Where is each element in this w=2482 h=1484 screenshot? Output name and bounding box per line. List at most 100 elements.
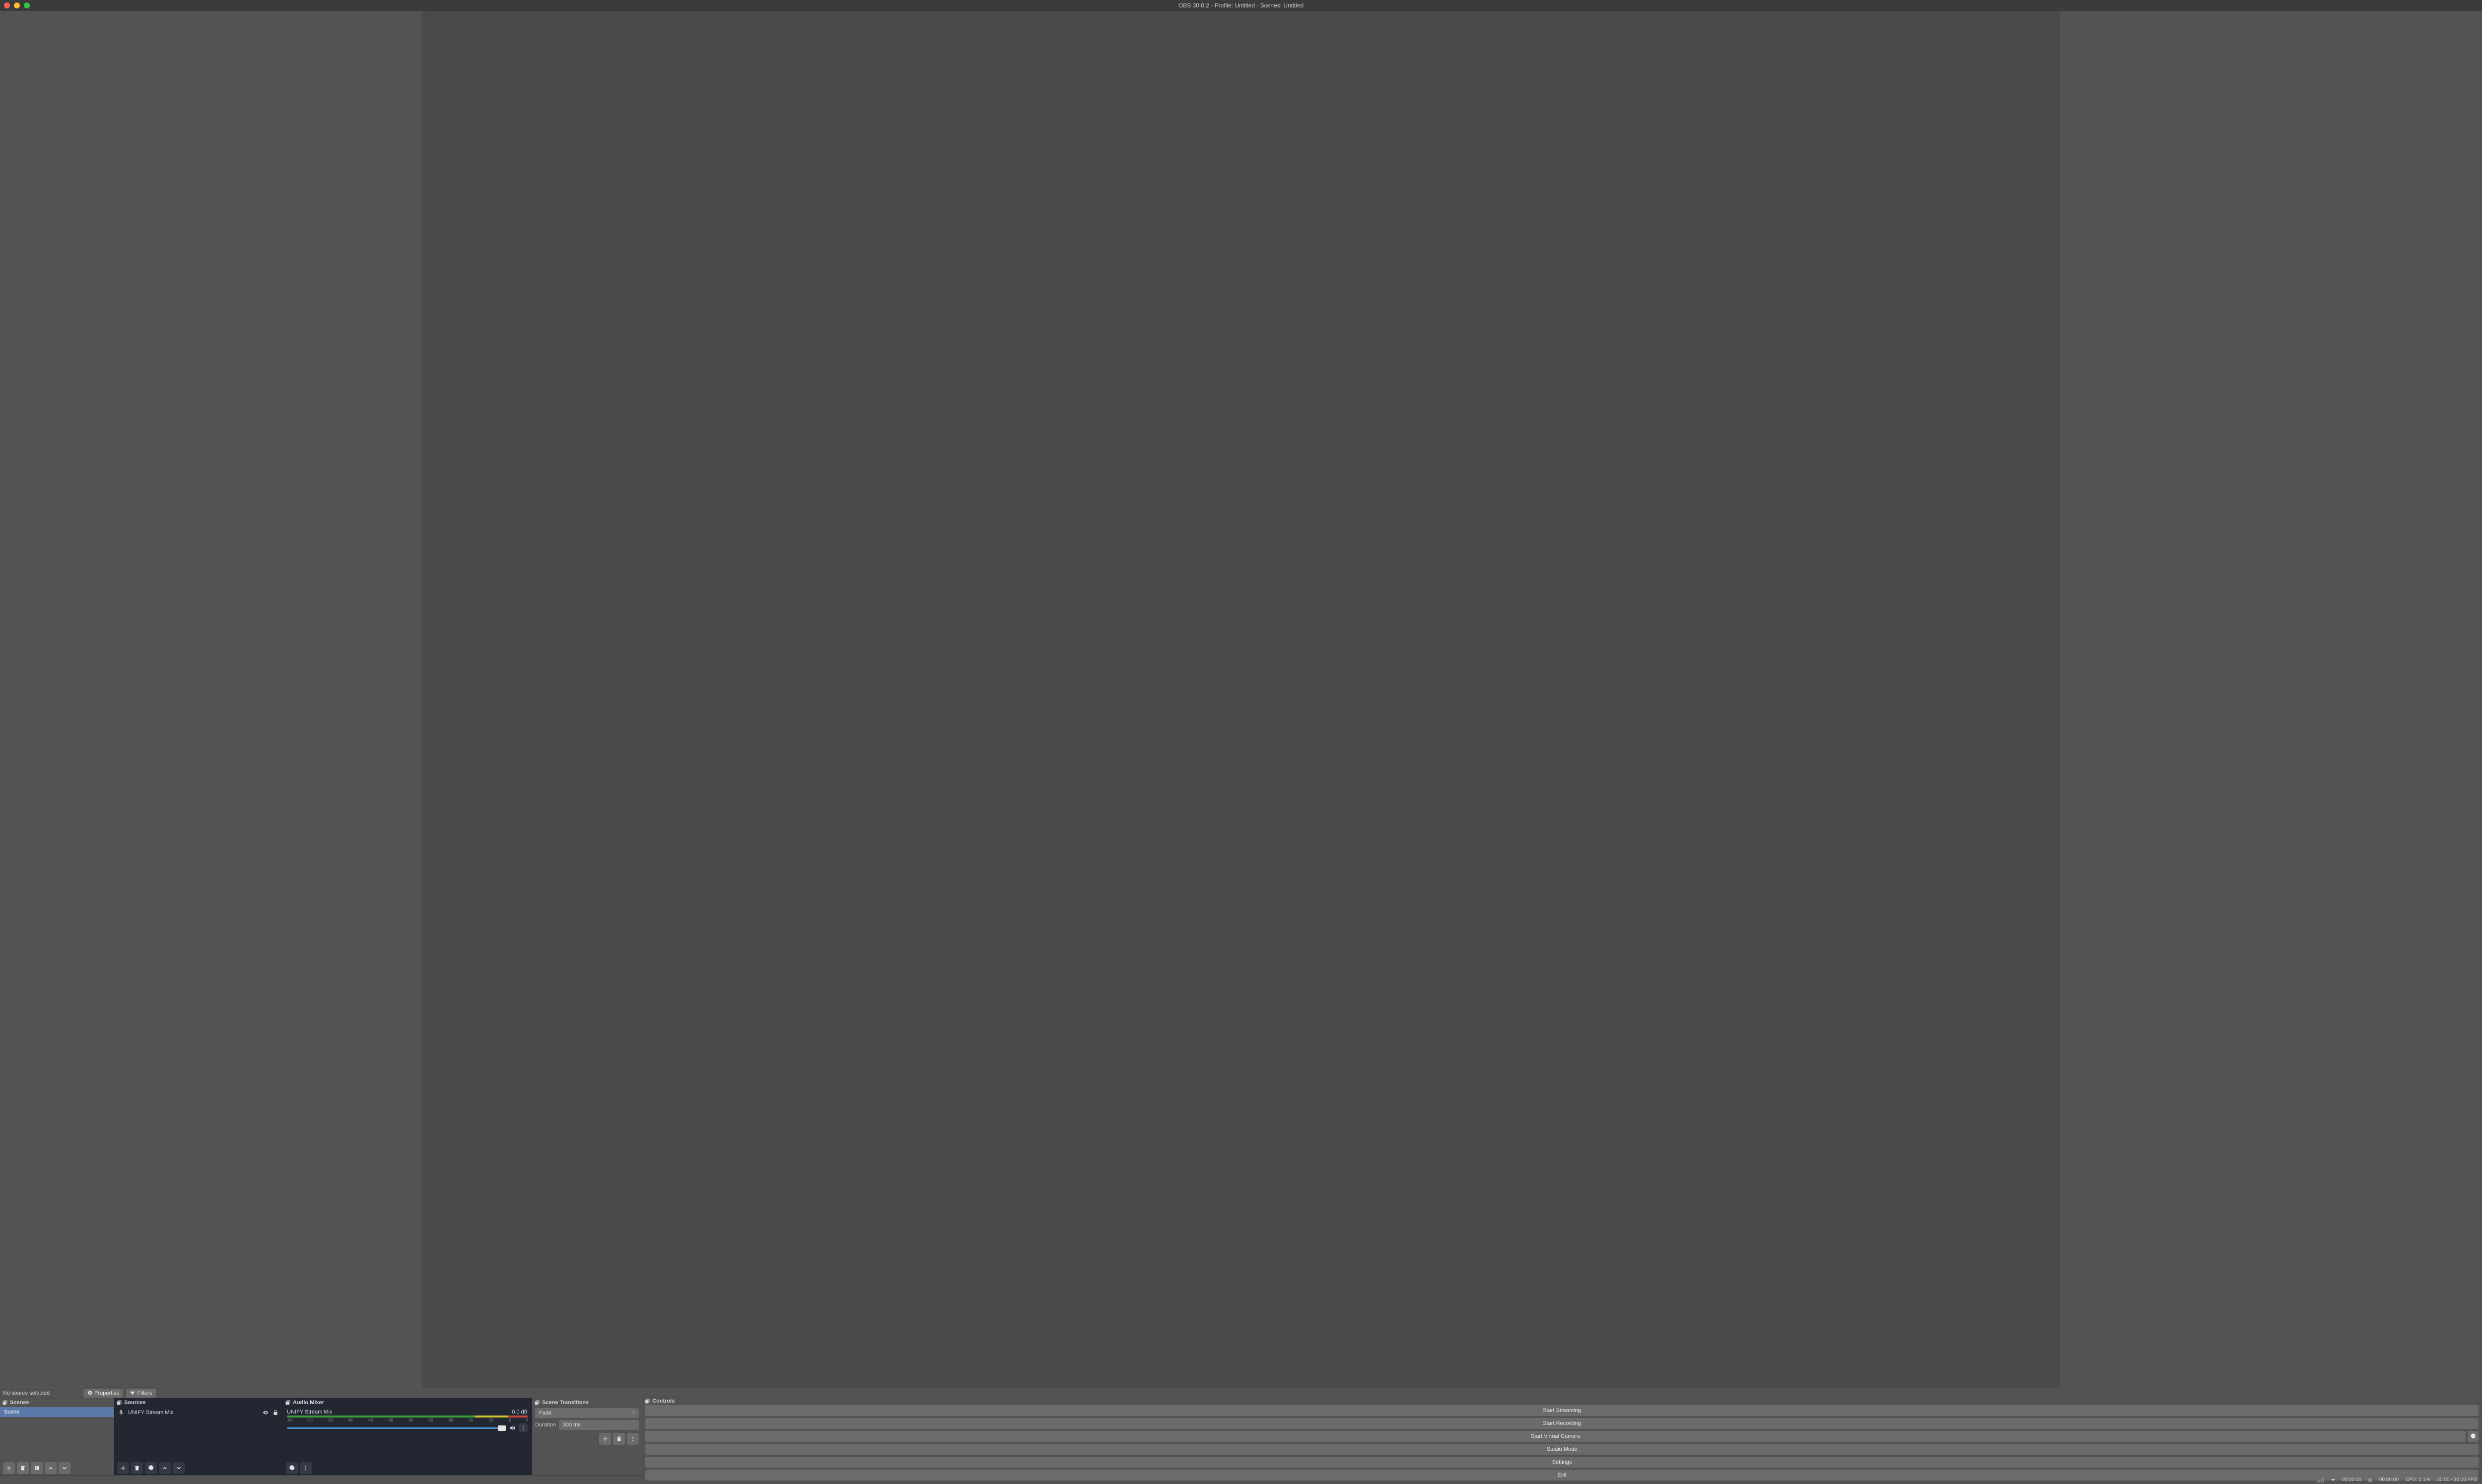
filters-button[interactable]: Filters [126, 1389, 156, 1398]
sources-dock: Sources UNIFY Stream Mix [114, 1398, 283, 1475]
controls-header[interactable]: Controls [642, 1398, 2482, 1404]
mixer-volume-slider[interactable] [287, 1427, 506, 1429]
maximize-icon[interactable] [24, 2, 30, 8]
window-title: OBS 30.0.2 - Profile: Untitled - Scenes:… [0, 2, 2482, 9]
meter-tick: -10 [487, 1418, 493, 1422]
status-dropdown[interactable] [2331, 1478, 2335, 1482]
scene-item[interactable]: Scene [0, 1407, 114, 1417]
dots-vertical-icon [630, 1436, 636, 1442]
split-icon [34, 1465, 40, 1471]
scene-up-button[interactable] [45, 1462, 57, 1474]
meter-tick: -5 [507, 1418, 511, 1422]
preview-area [0, 11, 2482, 1388]
transitions-dock: Scene Transitions Fade Duration [532, 1398, 642, 1475]
scenes-list[interactable]: Scene [0, 1407, 114, 1461]
scene-filter-button[interactable] [31, 1462, 43, 1474]
scene-remove-button[interactable] [17, 1462, 29, 1474]
transition-select[interactable]: Fade [535, 1408, 639, 1418]
plus-icon [120, 1465, 126, 1471]
network-icon [2317, 1478, 2324, 1483]
source-toolbar: No source selected Properties Filters [0, 1388, 2482, 1398]
meter-tick: -50 [327, 1418, 333, 1422]
source-down-button[interactable] [173, 1462, 185, 1474]
source-properties-button[interactable] [145, 1462, 157, 1474]
dock-pop-icon [285, 1400, 291, 1406]
filters-icon [130, 1391, 135, 1396]
dock-pop-icon [644, 1398, 650, 1404]
mixer-channel-name: UNIFY Stream Mix [287, 1409, 332, 1415]
window-controls [0, 2, 30, 8]
preview-canvas[interactable] [422, 11, 2060, 1388]
transition-add-button[interactable] [599, 1433, 611, 1445]
transition-remove-button[interactable] [613, 1433, 625, 1445]
transitions-header[interactable]: Scene Transitions [532, 1398, 642, 1407]
docks-row: Scenes Scene Sources UNIFY Stream Mix [0, 1398, 2482, 1475]
meter-tick: -20 [447, 1418, 453, 1422]
plus-icon [602, 1436, 608, 1442]
trash-icon [616, 1436, 622, 1442]
meter-tick: 0 [525, 1418, 527, 1422]
meter-tick: -25 [427, 1418, 433, 1422]
dots-vertical-icon [303, 1465, 309, 1471]
start-recording-button[interactable]: Start Recording [645, 1418, 2479, 1429]
mixer-header[interactable]: Audio Mixer [283, 1398, 532, 1407]
meter-tick: -45 [347, 1418, 353, 1422]
mixer-channel-level: 0.0 dB [512, 1409, 528, 1415]
mixer-meter: -60-55-50-45-40-35-30-25-20-15-10-50 [287, 1416, 528, 1420]
trash-icon [20, 1465, 26, 1471]
meter-tick: -35 [387, 1418, 393, 1422]
rec-indicator-icon [2368, 1478, 2372, 1482]
start-virtual-camera-button[interactable]: Start Virtual Camera [645, 1431, 2466, 1442]
scenes-dock: Scenes Scene [0, 1398, 114, 1475]
duration-input[interactable] [559, 1420, 639, 1430]
source-remove-button[interactable] [131, 1462, 143, 1474]
chevron-up-icon [162, 1465, 168, 1471]
start-streaming-button[interactable]: Start Streaming [645, 1405, 2479, 1416]
sources-header[interactable]: Sources [114, 1398, 282, 1407]
speaker-icon[interactable] [509, 1424, 516, 1431]
duration-label: Duration [535, 1422, 556, 1428]
gear-icon [148, 1465, 154, 1471]
studio-mode-button[interactable]: Studio Mode [645, 1444, 2479, 1455]
mic-icon [118, 1410, 124, 1416]
gear-icon [289, 1465, 295, 1471]
close-icon[interactable] [4, 2, 10, 8]
dock-pop-icon [116, 1400, 122, 1406]
mixer-menu-button-footer[interactable] [300, 1462, 312, 1474]
meter-tick: -60 [287, 1418, 293, 1422]
titlebar: OBS 30.0.2 - Profile: Untitled - Scenes:… [0, 0, 2482, 11]
meter-tick: -55 [307, 1418, 313, 1422]
transition-menu-button[interactable] [627, 1433, 639, 1445]
meter-tick: -15 [468, 1418, 474, 1422]
scene-down-button[interactable] [59, 1462, 70, 1474]
source-up-button[interactable] [159, 1462, 171, 1474]
sources-list[interactable]: UNIFY Stream Mix [114, 1407, 282, 1461]
plus-icon [6, 1465, 12, 1471]
scenes-header[interactable]: Scenes [0, 1398, 114, 1407]
minimize-icon[interactable] [14, 2, 20, 8]
source-item[interactable]: UNIFY Stream Mix [114, 1407, 282, 1418]
source-add-button[interactable] [117, 1462, 129, 1474]
dock-pop-icon [2, 1400, 8, 1406]
exit-button[interactable]: Exit [645, 1470, 2479, 1481]
controls-dock: Controls Start Streaming Start Recording… [642, 1398, 2482, 1475]
rec-time: 00:00:00 [2379, 1477, 2399, 1483]
visibility-icon[interactable] [263, 1410, 269, 1416]
source-status: No source selected [3, 1390, 50, 1396]
lock-icon[interactable] [273, 1410, 278, 1416]
mixer-channel: UNIFY Stream Mix 0.0 dB -60-55-50-45-40-… [283, 1407, 532, 1434]
dock-pop-icon [534, 1400, 540, 1406]
properties-button[interactable]: Properties [83, 1389, 123, 1398]
gear-icon [87, 1391, 92, 1396]
cpu-usage: CPU: 2.1% [2406, 1477, 2430, 1483]
live-time: 00:00:00 [2342, 1477, 2361, 1483]
mixer-advanced-button[interactable] [286, 1462, 298, 1474]
meter-tick: -40 [367, 1418, 373, 1422]
scene-add-button[interactable] [3, 1462, 15, 1474]
slider-thumb[interactable] [498, 1425, 506, 1431]
settings-button[interactable]: Settings [645, 1457, 2479, 1468]
mixer-menu-button[interactable] [519, 1423, 528, 1432]
gear-icon [2470, 1433, 2476, 1439]
virtual-camera-settings-button[interactable] [2468, 1431, 2479, 1442]
trash-icon [134, 1465, 140, 1471]
